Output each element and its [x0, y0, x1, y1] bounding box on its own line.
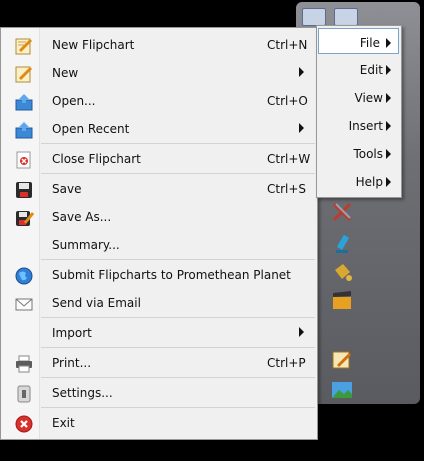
menu-item-save-as[interactable]: Save As...: [1, 204, 317, 230]
menu-item-save[interactable]: Save Ctrl+S: [1, 176, 317, 202]
submenu-arrow-icon: [386, 65, 391, 75]
menu-separator: [41, 173, 315, 174]
menu-item-exit[interactable]: Exit: [1, 410, 317, 436]
menu-item-open[interactable]: Open... Ctrl+O: [1, 88, 317, 114]
menu-item-open-recent[interactable]: Open Recent: [1, 116, 317, 142]
submenu-arrow-icon: [386, 177, 391, 187]
menu-file[interactable]: File: [318, 28, 399, 54]
menu-separator: [41, 377, 315, 378]
floppy-disk-icon: [14, 180, 34, 200]
menu-separator: [41, 347, 315, 348]
menu-separator: [41, 407, 315, 408]
exit-icon: [14, 414, 34, 434]
envelope-icon: [14, 294, 34, 314]
menu-item-settings[interactable]: Settings...: [1, 380, 317, 406]
settings-icon: [14, 384, 34, 404]
folder-recent-icon: [14, 120, 34, 140]
file-submenu: New Flipchart Ctrl+N New Open... Ctrl+O …: [0, 27, 318, 440]
folder-open-icon: [14, 92, 34, 112]
monitor-icon[interactable]: [302, 8, 326, 26]
main-menu: File Edit View Insert Tools Help: [316, 25, 402, 198]
menu-item-send-email[interactable]: Send via Email: [1, 290, 317, 316]
submenu-arrow-icon: [386, 149, 391, 159]
submenu-arrow-icon: [299, 123, 304, 133]
menu-item-submit-planet[interactable]: Submit Flipcharts to Promethean Planet: [1, 262, 317, 288]
toolbox-top-icons: [302, 8, 358, 26]
menu-item-print[interactable]: Print... Ctrl+P: [1, 350, 317, 376]
menu-item-close-flipchart[interactable]: Close Flipchart Ctrl+W: [1, 146, 317, 172]
menu-separator: [41, 259, 315, 260]
submenu-arrow-icon: [386, 93, 391, 103]
submenu-arrow-icon: [386, 38, 391, 48]
screen-capture-icon[interactable]: [334, 8, 358, 26]
submenu-arrow-icon: [386, 121, 391, 131]
landscape-image-icon[interactable]: [330, 378, 354, 402]
menu-insert[interactable]: Insert: [317, 112, 401, 138]
flipchart-toolbox-icon[interactable]: [330, 348, 354, 372]
flipchart-icon: [14, 64, 34, 84]
menu-item-new-flipchart[interactable]: New Flipchart Ctrl+N: [1, 32, 317, 58]
menu-item-import[interactable]: Import: [1, 320, 317, 346]
floppy-disk-edit-icon: [14, 208, 34, 228]
menu-help[interactable]: Help: [317, 168, 401, 194]
menu-view[interactable]: View: [317, 84, 401, 110]
menu-separator: [41, 317, 315, 318]
clapperboard-icon[interactable]: [330, 288, 354, 312]
highlighter-icon[interactable]: [330, 232, 354, 256]
close-document-icon: [14, 150, 34, 170]
menu-item-new[interactable]: New: [1, 60, 317, 86]
tools-crossed-icon[interactable]: [330, 200, 354, 224]
submenu-arrow-icon: [299, 67, 304, 77]
menu-separator: [41, 143, 315, 144]
menu-item-summary[interactable]: Summary...: [1, 232, 317, 258]
submenu-arrow-icon: [299, 327, 304, 337]
flipchart-new-icon: [14, 36, 34, 56]
paint-bucket-icon[interactable]: [330, 260, 354, 284]
menu-edit[interactable]: Edit: [317, 56, 401, 82]
globe-icon: [14, 266, 34, 286]
menu-tools[interactable]: Tools: [317, 140, 401, 166]
printer-icon: [14, 354, 34, 374]
